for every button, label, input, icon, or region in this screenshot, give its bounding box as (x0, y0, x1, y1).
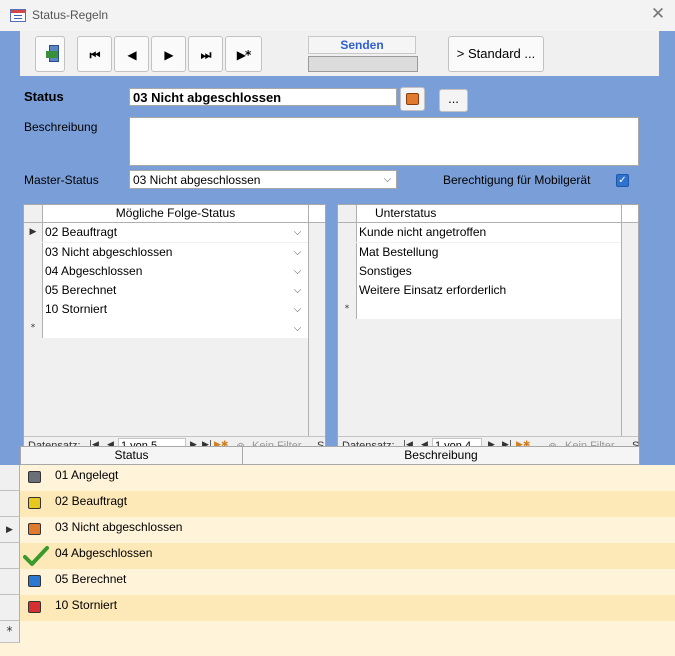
table-row[interactable]: Mat Bestellung (338, 243, 621, 262)
mobil-checkbox[interactable]: ✓ (616, 174, 629, 187)
folge-cell[interactable]: 02 Beauftragt (43, 223, 308, 242)
list-item[interactable]: 02 Beauftragt (0, 491, 675, 517)
chevron-down-icon[interactable]: ⌵ (380, 172, 395, 187)
folge-cell[interactable]: 05 Berechnet (43, 281, 308, 300)
table-row[interactable]: 05 Berechnet ⌵ (24, 281, 308, 300)
list-item[interactable]: 10 Storniert (0, 595, 675, 621)
list-item[interactable]: ▶ 03 Nicht abgeschlossen (0, 517, 675, 543)
status-list-header: Status Beschreibung (20, 446, 640, 465)
chevron-down-icon[interactable]: ⌵ (290, 245, 305, 260)
table-row[interactable]: 04 Abgeschlossen ⌵ (24, 262, 308, 281)
chevron-down-icon[interactable]: ⌵ (290, 283, 305, 298)
mobil-label: Berechtigung für Mobilgerät (443, 173, 591, 187)
form-icon (10, 9, 26, 22)
master-status-select[interactable]: 03 Nicht abgeschlossen ⌵ (129, 170, 397, 189)
form-header: ⏮ ◀ ▶ ⏭ ▶* Senden > Standard ... (20, 31, 659, 76)
master-status-label: Master-Status (24, 173, 99, 187)
next-record-icon: ▶ (164, 48, 173, 62)
list-item[interactable]: 01 Angelegt (0, 465, 675, 491)
chevron-down-icon[interactable]: ⌵ (290, 302, 305, 317)
folge-status-subform: Mögliche Folge-Status ▶ 02 Beauftragt ⌵ … (23, 204, 326, 456)
new-row[interactable]: * ⌵ (24, 319, 308, 338)
send-progress-bar (308, 56, 418, 72)
list-item[interactable]: 05 Berechnet (0, 569, 675, 595)
yellow-square-icon (28, 497, 41, 509)
last-record-icon: ⏭ (200, 48, 212, 62)
current-row-icon: ▶ (24, 223, 43, 242)
status-list: 01 Angelegt 02 Beauftragt ▶ 03 Nicht abg… (0, 465, 675, 656)
unterstatus-subform: Unterstatus Kunde nicht angetroffen Mat … (337, 204, 639, 456)
table-row[interactable]: Kunde nicht angetroffen (338, 223, 621, 242)
status-input[interactable]: 03 Nicht abgeschlossen (129, 88, 397, 106)
first-record-icon: ⏮ (89, 48, 101, 62)
beschreibung-label: Beschreibung (24, 120, 98, 134)
chevron-down-icon[interactable]: ⌵ (290, 264, 305, 279)
blue-square-icon (28, 575, 41, 587)
new-record-button[interactable]: ▶* (225, 36, 262, 72)
table-row[interactable]: ▶ 02 Beauftragt ⌵ (24, 223, 308, 242)
list-item-label: 01 Angelegt (55, 468, 119, 482)
chevron-down-icon[interactable]: ⌵ (290, 225, 305, 240)
title-bar: Status-Regeln ✕ (0, 0, 675, 31)
folge-cell[interactable]: 03 Nicht abgeschlossen (43, 243, 308, 262)
previous-record-button[interactable]: ◀ (114, 36, 149, 72)
beschreibung-input[interactable] (129, 117, 639, 166)
more-options-button[interactable]: ... (439, 89, 468, 112)
new-record-icon: * (338, 300, 357, 319)
senden-button[interactable]: Senden (308, 36, 416, 54)
chevron-down-icon[interactable]: ⌵ (290, 321, 305, 336)
table-row[interactable]: Weitere Einsatz erforderlich (338, 281, 621, 300)
column-header-status[interactable]: Status (21, 447, 243, 464)
folge-cell[interactable]: 04 Abgeschlossen (43, 262, 308, 281)
form-area: ⏮ ◀ ▶ ⏭ ▶* Senden > Standard ... Status … (0, 31, 675, 465)
folge-cell[interactable]: 10 Storniert (43, 300, 308, 319)
new-row[interactable]: * (0, 621, 675, 643)
new-row[interactable]: * (338, 300, 621, 319)
window-title: Status-Regeln (32, 8, 109, 22)
standard-button[interactable]: > Standard ... (448, 36, 544, 72)
red-square-icon (28, 601, 41, 613)
exit-button[interactable] (35, 36, 65, 72)
unterstatus-header: Unterstatus (357, 205, 622, 223)
list-item[interactable]: 04 Abgeschlossen (0, 543, 675, 569)
new-record-icon: ▶* (236, 48, 251, 62)
unterstatus-cell[interactable]: Mat Bestellung (357, 243, 621, 262)
list-item-label: 03 Nicht abgeschlossen (55, 520, 183, 534)
green-check-icon (23, 546, 49, 566)
gray-square-icon (28, 471, 41, 483)
table-row[interactable]: 10 Storniert ⌵ (24, 300, 308, 319)
last-record-button[interactable]: ⏭ (188, 36, 223, 72)
new-record-icon: * (24, 319, 43, 338)
unterstatus-cell[interactable]: Sonstiges (357, 262, 621, 281)
status-color-button[interactable] (400, 87, 425, 111)
table-row[interactable]: Sonstiges (338, 262, 621, 281)
list-item-label: 02 Beauftragt (55, 494, 128, 508)
list-item-label: 05 Berechnet (55, 572, 127, 586)
orange-square-icon (28, 523, 41, 535)
current-row-icon: ▶ (0, 517, 20, 543)
next-record-button[interactable]: ▶ (151, 36, 186, 72)
unterstatus-cell[interactable]: Weitere Einsatz erforderlich (357, 281, 621, 300)
column-header-beschreibung[interactable]: Beschreibung (243, 447, 639, 464)
master-status-value: 03 Nicht abgeschlossen (133, 173, 261, 187)
new-record-icon: * (0, 621, 20, 643)
orange-square-icon (406, 93, 419, 105)
list-item-label: 10 Storniert (55, 598, 118, 612)
status-label: Status (24, 89, 64, 104)
previous-record-icon: ◀ (127, 48, 136, 62)
folge-status-header: Mögliche Folge-Status (43, 205, 308, 223)
unterstatus-cell[interactable]: Kunde nicht angetroffen (357, 223, 621, 242)
table-row[interactable]: 03 Nicht abgeschlossen ⌵ (24, 243, 308, 262)
close-button[interactable]: ✕ (649, 5, 667, 23)
list-item-label: 04 Abgeschlossen (55, 546, 153, 560)
exit-icon (46, 45, 62, 63)
first-record-button[interactable]: ⏮ (77, 36, 112, 72)
